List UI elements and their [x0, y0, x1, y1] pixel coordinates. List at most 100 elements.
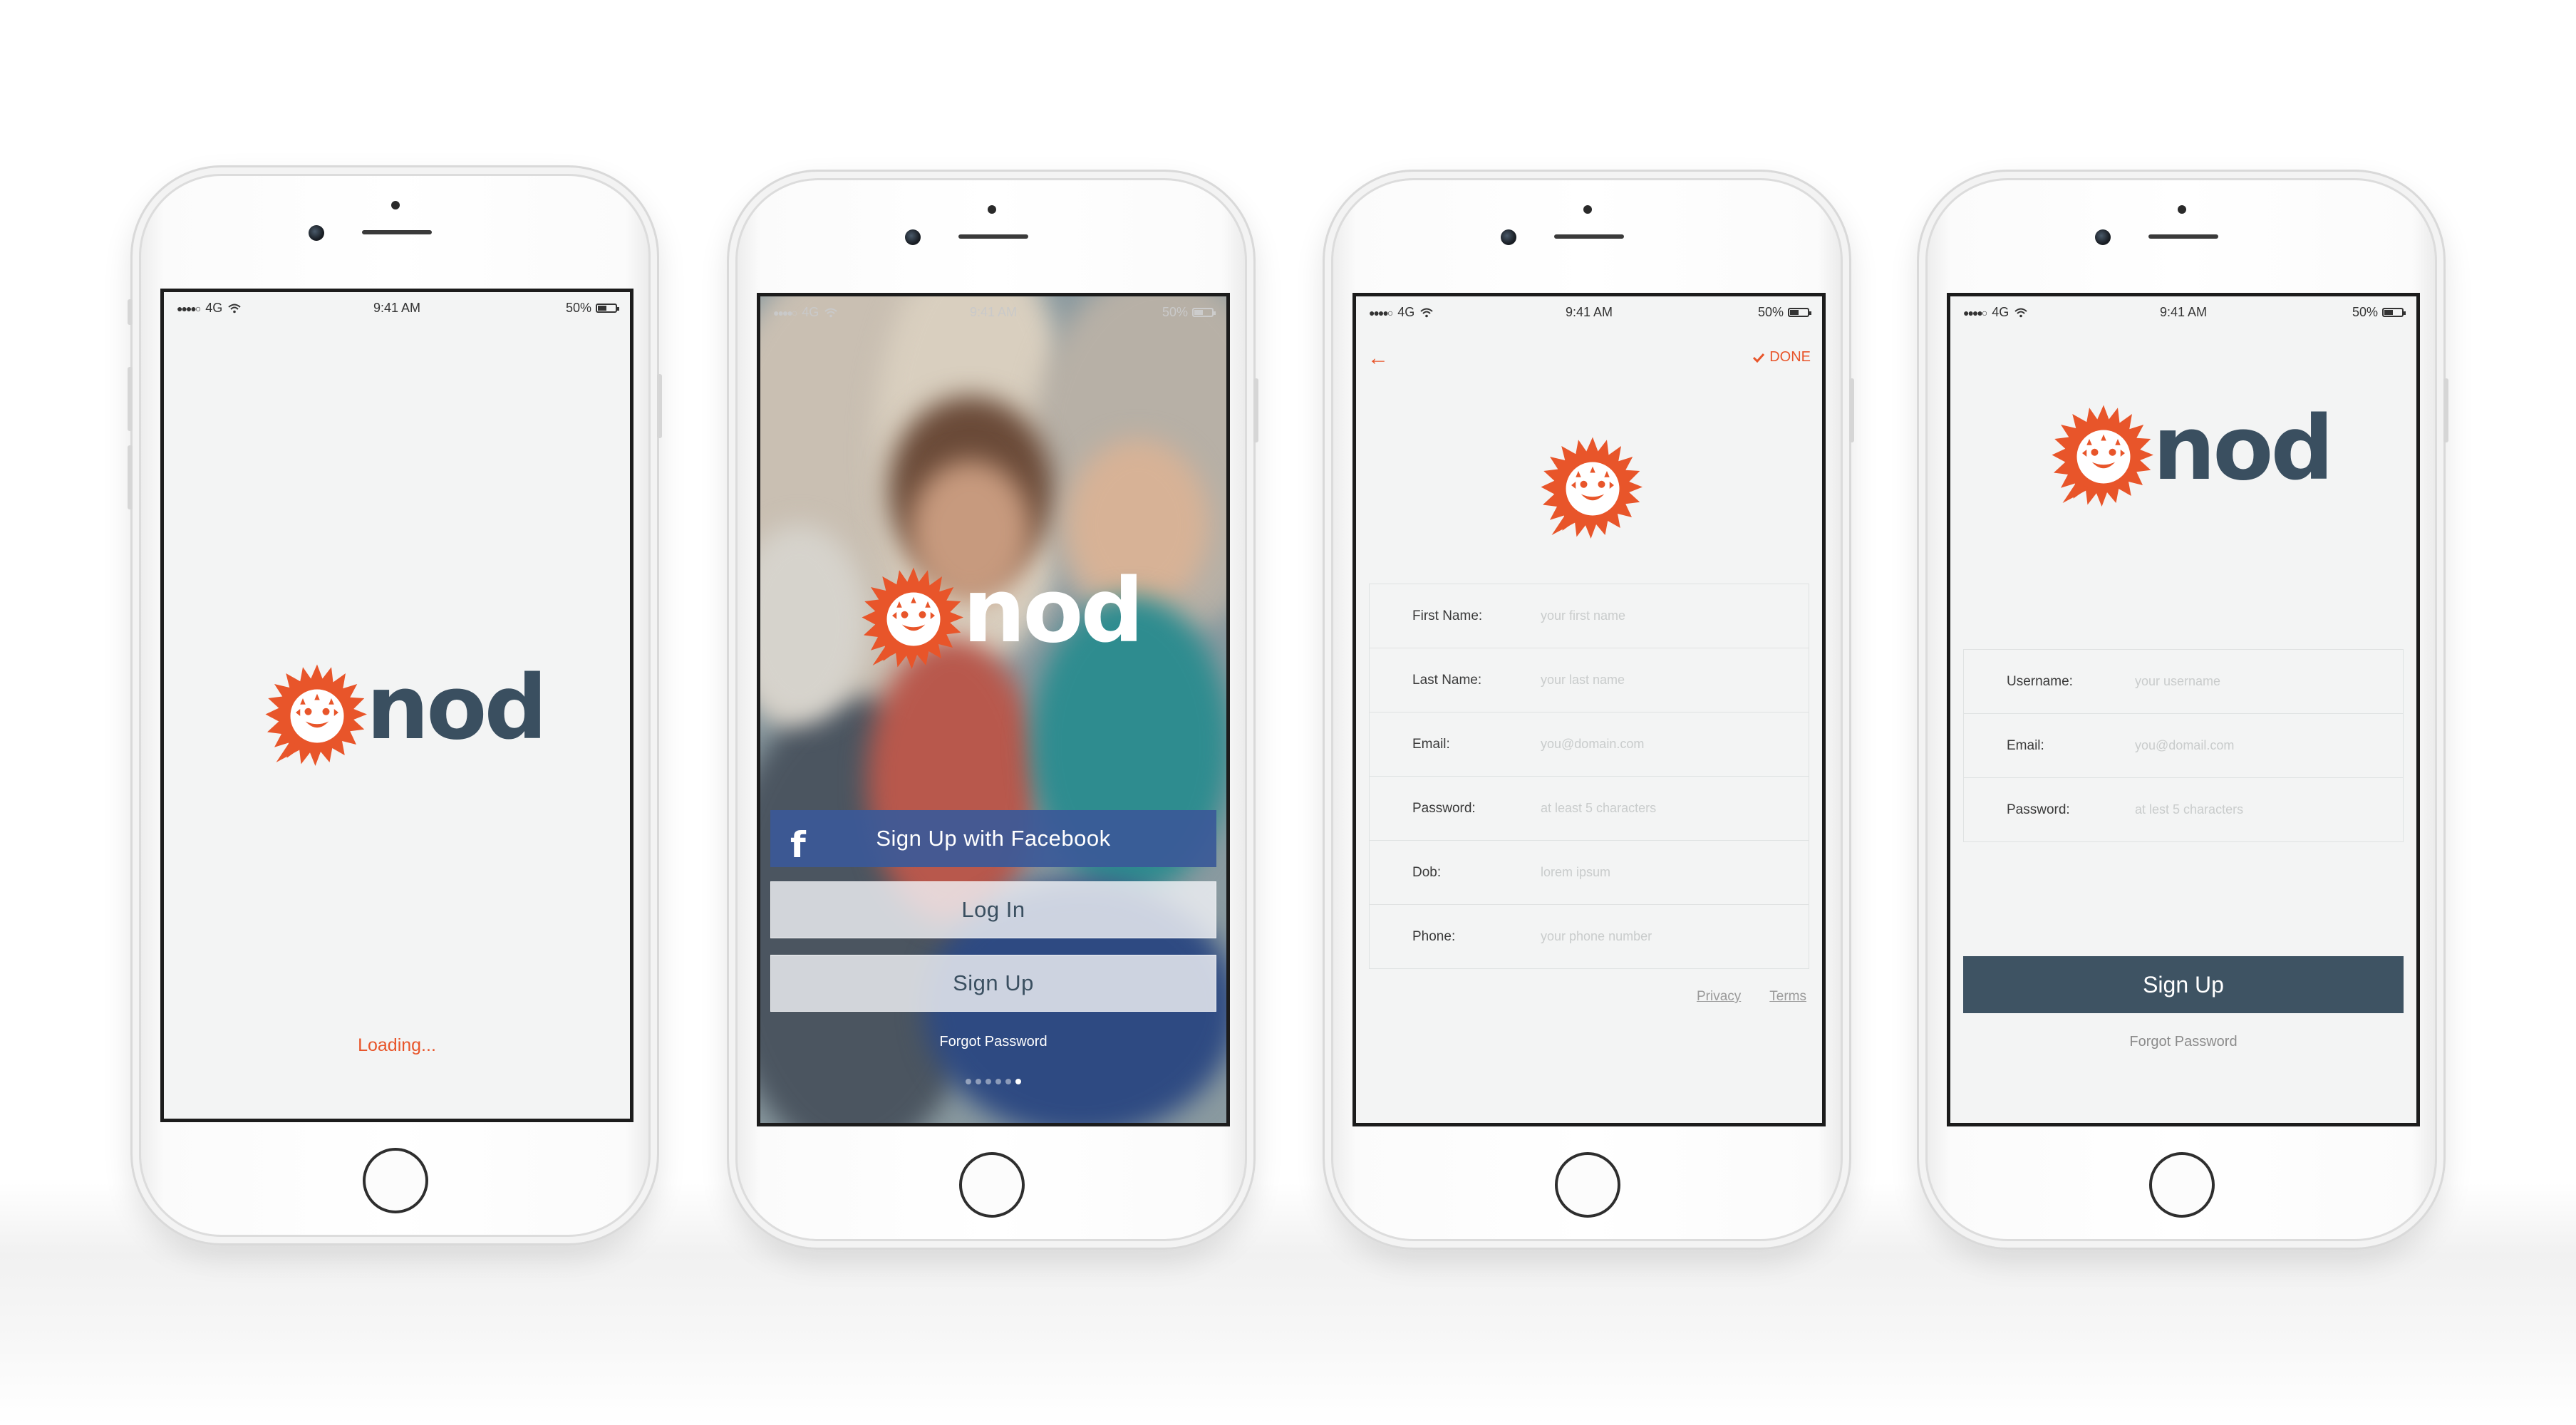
field-label: Phone:: [1412, 928, 1456, 944]
status-bar: ●●●●○ 4G 9:41 AM 50%: [164, 292, 630, 321]
battery-icon: [1788, 308, 1811, 317]
loading-text: Loading...: [358, 1035, 436, 1055]
facebook-signup-button[interactable]: f Sign Up with Facebook: [770, 810, 1216, 867]
home-button[interactable]: [2149, 1152, 2215, 1218]
mascot-icon: [264, 663, 371, 770]
form-row-dob[interactable]: Dob: lorem ipsum: [1370, 841, 1809, 905]
brand-wordmark: nod: [366, 657, 547, 760]
battery-icon: [2382, 308, 2406, 317]
form-row-first-name[interactable]: First Name: your first name: [1370, 584, 1809, 648]
form-row-phone[interactable]: Phone: your phone number: [1370, 905, 1809, 968]
status-time: 9:41 AM: [1565, 305, 1613, 319]
proximity-sensor: [988, 205, 996, 214]
signup-button[interactable]: Sign Up: [770, 955, 1216, 1012]
home-button[interactable]: [1555, 1152, 1620, 1218]
earpiece-speaker: [362, 230, 432, 234]
home-button[interactable]: [363, 1148, 428, 1213]
quick-signup-form: Username: your username Email: you@domail.…: [1963, 649, 2404, 842]
proximity-sensor: [2178, 205, 2186, 214]
login-label: Log In: [961, 897, 1025, 922]
front-camera: [2095, 229, 2111, 245]
brand-logo: nod: [2050, 398, 2334, 510]
page-dot[interactable]: [976, 1079, 981, 1084]
facebook-icon: f: [790, 824, 807, 866]
mascot-icon: [1539, 435, 1646, 542]
email-input[interactable]: you@domain.com: [1541, 737, 1644, 752]
form-row-password[interactable]: Password: at least 5 characters: [1370, 777, 1809, 841]
battery-percent: 50%: [1757, 305, 1784, 319]
field-label: Dob:: [1412, 864, 1442, 880]
field-label: Last Name:: [1412, 672, 1482, 688]
page-dot[interactable]: [986, 1079, 991, 1084]
side-button: [1253, 378, 1258, 442]
email-input[interactable]: you@domail.com: [2135, 738, 2234, 753]
phone-mockup-welcome: ●●●●○ 4G 9:41 AM 50% nod f Sign Up with F…: [727, 170, 1258, 1250]
form-row-email[interactable]: Email: you@domail.com: [1964, 714, 2403, 778]
page-indicator[interactable]: [760, 1075, 1226, 1088]
privacy-link[interactable]: Privacy: [1697, 989, 1741, 1005]
field-label: Password:: [2007, 802, 2070, 817]
phone-mockup-signup-form: ●●●●○ 4G 9:41 AM 50% ← DONE First Name: yo…: [1323, 170, 1854, 1250]
page-dot[interactable]: [966, 1079, 971, 1084]
username-input[interactable]: your username: [2135, 674, 2220, 689]
login-button[interactable]: Log In: [770, 881, 1216, 938]
status-bar: ●●●●○ 4G 9:41 AM 50%: [1950, 296, 2416, 325]
last-name-input[interactable]: your last name: [1541, 673, 1625, 688]
signup-button[interactable]: Sign Up: [1963, 956, 2404, 1013]
proximity-sensor: [391, 201, 400, 209]
page-dot[interactable]: [995, 1079, 1001, 1084]
side-button: [657, 374, 662, 438]
done-label: DONE: [1769, 349, 1811, 365]
dob-input[interactable]: lorem ipsum: [1541, 865, 1610, 880]
status-time: 9:41 AM: [969, 305, 1018, 319]
earpiece-speaker: [2148, 234, 2218, 239]
brand-logo: nod: [860, 560, 1144, 673]
field-label: Email:: [2007, 737, 2044, 753]
form-row-last-name[interactable]: Last Name: your last name: [1370, 648, 1809, 712]
form-row-username[interactable]: Username: your username: [1964, 650, 2403, 714]
signup-label: Sign Up: [953, 970, 1034, 995]
phone-input[interactable]: your phone number: [1541, 929, 1652, 944]
first-name-input[interactable]: your first name: [1541, 608, 1625, 623]
terms-link[interactable]: Terms: [1769, 989, 1806, 1005]
mascot-icon: [2050, 403, 2157, 510]
forgot-password-link[interactable]: Forgot Password: [1950, 1034, 2416, 1050]
password-input[interactable]: at lest 5 characters: [2135, 802, 2243, 817]
forgot-password-link[interactable]: Forgot Password: [760, 1034, 1226, 1050]
brand-logo: nod: [264, 657, 547, 770]
form-row-password[interactable]: Password: at lest 5 characters: [1964, 778, 2403, 841]
facebook-signup-label: Sign Up with Facebook: [876, 826, 1111, 851]
home-button[interactable]: [959, 1152, 1025, 1218]
side-button: [128, 367, 133, 431]
battery-percent: 50%: [2352, 305, 2378, 319]
battery-percent: 50%: [565, 301, 591, 315]
field-label: Username:: [2007, 673, 2073, 689]
screen-loading: ●●●●○ 4G 9:41 AM 50% nod Loading...: [160, 289, 633, 1122]
earpiece-speaker: [958, 234, 1028, 239]
page-dot-active[interactable]: [1015, 1079, 1021, 1084]
back-arrow-icon[interactable]: ←: [1367, 346, 1389, 370]
status-time: 9:41 AM: [2159, 305, 2208, 319]
status-bar: ●●●●○ 4G 9:41 AM 50%: [1356, 296, 1822, 325]
side-button: [128, 299, 133, 325]
screen-welcome: ●●●●○ 4G 9:41 AM 50% nod f Sign Up with F…: [757, 293, 1230, 1126]
signup-form: First Name: your first name Last Name: you…: [1369, 584, 1809, 969]
battery-icon: [1192, 308, 1216, 317]
field-label: First Name:: [1412, 608, 1483, 623]
field-label: Email:: [1412, 736, 1450, 752]
battery-percent: 50%: [1162, 305, 1188, 319]
phone-mockup-quick-signup: ●●●●○ 4G 9:41 AM 50% nod Username: your us…: [1917, 170, 2448, 1250]
form-row-email[interactable]: Email: you@domain.com: [1370, 712, 1809, 777]
password-input[interactable]: at least 5 characters: [1541, 801, 1656, 816]
status-bar: ●●●●○ 4G 9:41 AM 50%: [760, 296, 1226, 325]
brand-wordmark: nod: [963, 560, 1144, 663]
battery-icon: [596, 304, 619, 313]
mascot-icon: [860, 566, 967, 673]
signup-label: Sign Up: [2143, 971, 2224, 998]
page-dot[interactable]: [1005, 1079, 1011, 1084]
status-time: 9:41 AM: [373, 301, 421, 315]
brand-wordmark: nod: [2153, 398, 2334, 500]
screen-signup-form: ●●●●○ 4G 9:41 AM 50% ← DONE First Name: yo…: [1352, 293, 1826, 1126]
done-button[interactable]: DONE: [1752, 349, 1811, 366]
side-button: [1849, 378, 1854, 442]
